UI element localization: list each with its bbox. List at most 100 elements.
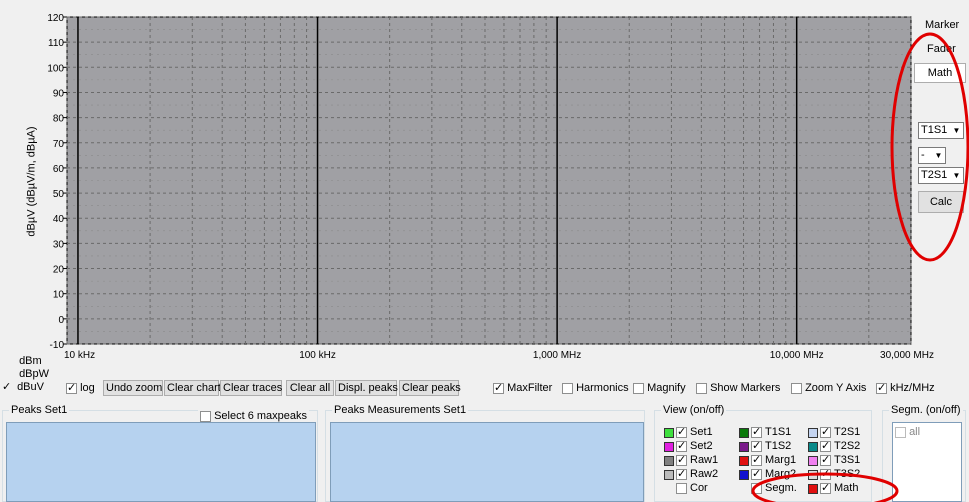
view-item-segm[interactable]: Segm. — [739, 482, 797, 495]
y-tick-label: 0 — [58, 315, 64, 326]
x-tick-label: 10,000 MHz — [770, 350, 824, 360]
view-item-label: T1S2 — [765, 440, 792, 452]
x-tick-label: 100 kHz — [299, 350, 336, 360]
operator-value: - — [921, 149, 925, 161]
view-item-t1s1[interactable]: T1S1 — [739, 425, 791, 439]
unit-dbpw-checkbox[interactable] — [6, 369, 16, 380]
color-swatch[interactable] — [808, 441, 818, 452]
clear-traces-button[interactable]: Clear traces — [220, 380, 282, 396]
calc-button[interactable]: Calc — [918, 191, 964, 213]
view-checkbox[interactable] — [676, 467, 687, 481]
view-checkbox[interactable] — [676, 439, 687, 453]
clear-peaks-button[interactable]: Clear peaks — [399, 380, 461, 396]
view-checkbox[interactable] — [751, 467, 762, 481]
segm-all-label: all — [909, 426, 921, 438]
fader-label[interactable]: Fader — [927, 43, 956, 56]
color-swatch[interactable] — [808, 455, 818, 466]
y-tick-label: 30 — [53, 239, 65, 250]
color-swatch[interactable] — [664, 469, 674, 480]
undo-zoom-button[interactable]: Undo zoom — [103, 380, 163, 396]
view-item-marg2[interactable]: Marg2 — [739, 467, 796, 481]
unit-option-dbm[interactable]: dBm — [6, 355, 42, 368]
color-swatch[interactable] — [664, 427, 674, 438]
view-item-t3s2[interactable]: T3S2 — [808, 467, 861, 481]
operand1-select[interactable]: T1S1 ▼ — [918, 122, 964, 139]
peaks-measurements-list[interactable] — [330, 422, 644, 502]
khz-mhz-option[interactable]: kHz/MHz — [876, 381, 935, 395]
view-item-t2s2[interactable]: T2S2 — [808, 439, 860, 453]
marker-label[interactable]: Marker — [925, 19, 959, 32]
log-checkbox[interactable] — [66, 381, 77, 395]
unit-option-dbpw[interactable]: dBpW — [6, 368, 49, 381]
color-swatch[interactable] — [808, 483, 818, 494]
view-item-raw2[interactable]: Raw2 — [664, 467, 718, 481]
displ-peaks-button[interactable]: Displ. peaks — [335, 380, 398, 396]
view-item-label: Marg1 — [765, 454, 797, 466]
view-item-math[interactable]: Math — [808, 481, 858, 495]
color-swatch[interactable] — [739, 484, 749, 494]
peaks-set-list[interactable] — [6, 422, 316, 502]
view-item-label: T3S2 — [834, 468, 861, 480]
harmonics-option[interactable]: Harmonics — [562, 382, 629, 395]
view-checkbox[interactable] — [676, 425, 687, 439]
view-item-set2[interactable]: Set2 — [664, 439, 713, 453]
chevron-down-icon: ▼ — [934, 151, 943, 160]
color-swatch[interactable] — [739, 469, 749, 480]
color-swatch[interactable] — [664, 441, 674, 452]
segm-list[interactable]: all — [892, 422, 962, 502]
view-checkbox[interactable] — [751, 425, 762, 439]
view-item-t2s1[interactable]: T2S1 — [808, 425, 860, 439]
view-item-cor[interactable]: Cor — [664, 482, 708, 495]
log-option[interactable]: log — [66, 381, 95, 395]
chart[interactable]: 1201101009080706050403020100-1010 kHz 100… — [0, 0, 969, 360]
zoom-y-option[interactable]: Zoom Y Axis — [791, 382, 866, 395]
view-item-set1[interactable]: Set1 — [664, 425, 713, 439]
view-checkbox[interactable] — [676, 483, 687, 494]
segm-all-option[interactable]: all — [895, 426, 920, 439]
peaks-set-title: Peaks Set1 — [9, 404, 70, 417]
segm-all-checkbox[interactable] — [895, 426, 906, 438]
maxfilter-checkbox[interactable] — [493, 381, 504, 395]
view-checkbox[interactable] — [676, 453, 687, 467]
khz-mhz-checkbox[interactable] — [876, 381, 887, 395]
y-axis-label: dBµV (dBµV/m, dBµA) — [25, 126, 38, 237]
unit-dbm-label: dBm — [19, 355, 42, 367]
select-6-maxpeaks-checkbox[interactable] — [200, 410, 211, 422]
show-markers-option[interactable]: Show Markers — [696, 382, 780, 395]
color-swatch[interactable] — [739, 455, 749, 466]
zoom-y-checkbox[interactable] — [791, 382, 802, 394]
color-swatch[interactable] — [808, 469, 818, 480]
unit-option-dbuv[interactable]: ✓ dBuV — [2, 381, 44, 394]
view-item-raw1[interactable]: Raw1 — [664, 453, 718, 467]
view-checkbox[interactable] — [751, 439, 762, 453]
show-markers-checkbox[interactable] — [696, 382, 707, 394]
operand2-select[interactable]: T2S1 ▼ — [918, 167, 964, 184]
y-tick-label: -10 — [50, 340, 65, 351]
harmonics-checkbox[interactable] — [562, 382, 573, 394]
operator-select[interactable]: - ▼ — [918, 147, 946, 164]
view-checkbox[interactable] — [820, 467, 831, 481]
clear-all-button[interactable]: Clear all — [286, 380, 334, 396]
color-swatch[interactable] — [664, 484, 674, 494]
view-item-t3s1[interactable]: T3S1 — [808, 453, 860, 467]
view-checkbox[interactable] — [820, 453, 831, 467]
view-checkbox[interactable] — [751, 483, 762, 494]
unit-dbm-checkbox[interactable] — [6, 356, 16, 367]
clear-chart-button[interactable]: Clear chart — [164, 380, 221, 396]
view-checkbox[interactable] — [820, 481, 831, 495]
x-tick-label: 1,000 MHz — [533, 350, 581, 360]
maxfilter-label: MaxFilter — [507, 382, 553, 394]
view-item-t1s2[interactable]: T1S2 — [739, 439, 792, 453]
math-tab[interactable]: Math — [914, 63, 966, 83]
view-checkbox[interactable] — [820, 439, 831, 453]
color-swatch[interactable] — [808, 427, 818, 438]
view-checkbox[interactable] — [751, 453, 762, 467]
magnify-checkbox[interactable] — [633, 382, 644, 394]
color-swatch[interactable] — [739, 427, 749, 438]
color-swatch[interactable] — [739, 441, 749, 452]
view-item-marg1[interactable]: Marg1 — [739, 453, 797, 467]
view-checkbox[interactable] — [820, 425, 831, 439]
color-swatch[interactable] — [664, 455, 674, 466]
maxfilter-option[interactable]: MaxFilter — [493, 381, 553, 395]
magnify-option[interactable]: Magnify — [633, 382, 686, 395]
